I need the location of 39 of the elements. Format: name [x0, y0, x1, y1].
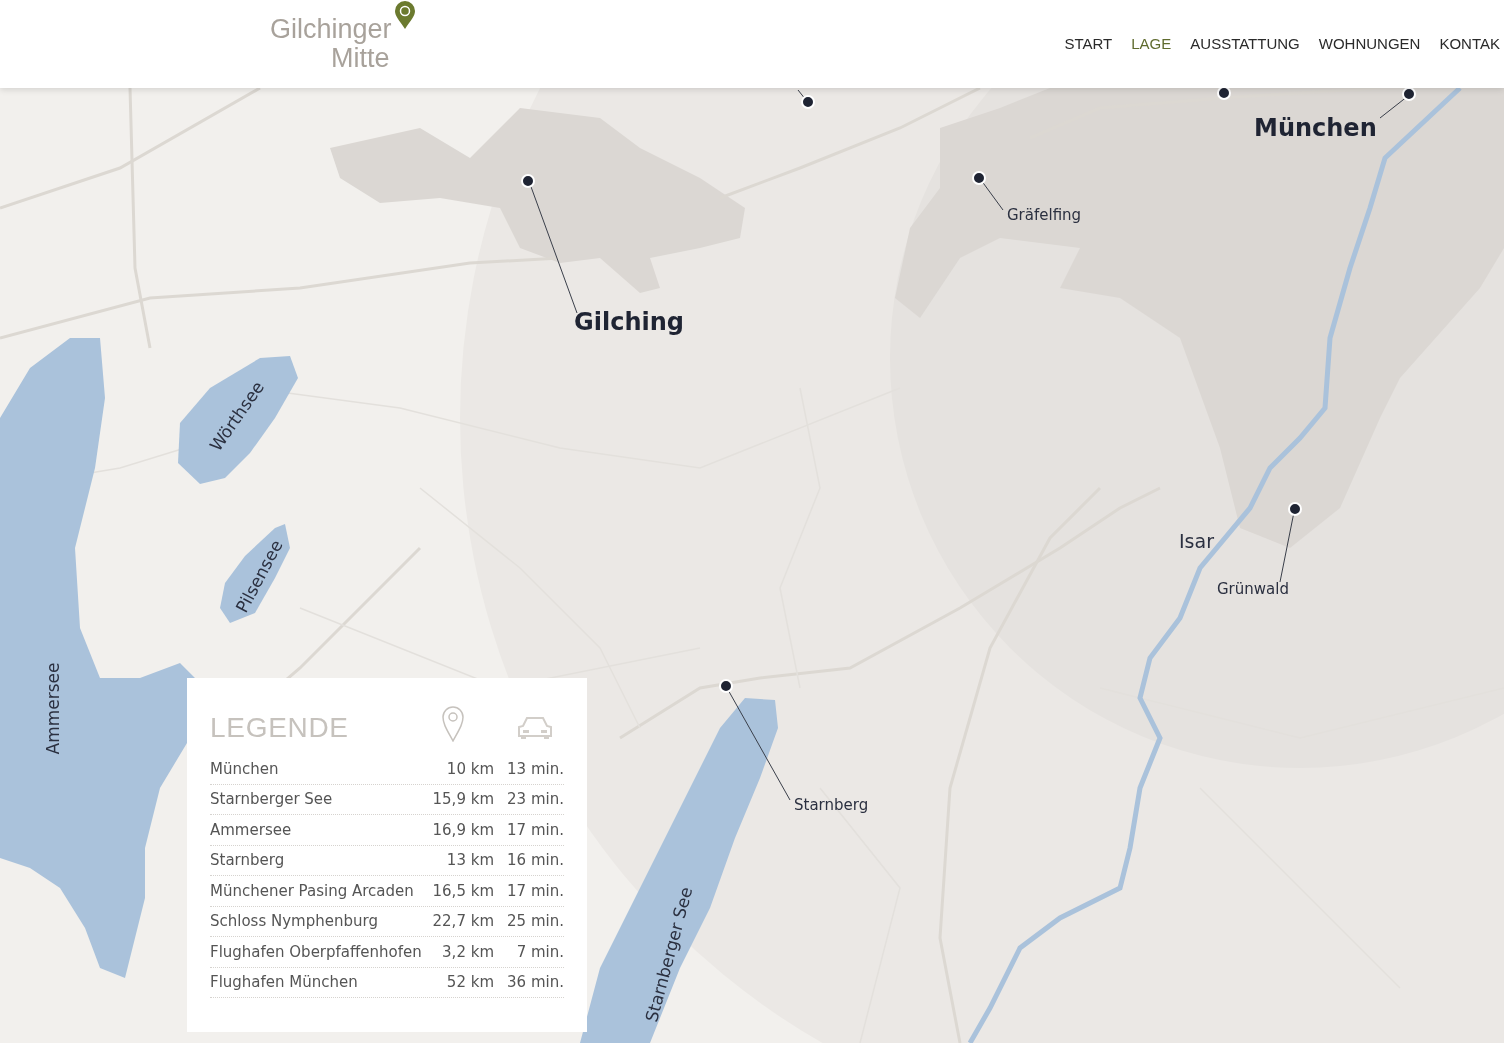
legend-distance: 16,5 km: [431, 880, 494, 902]
legend-place: Flughafen München: [210, 972, 359, 993]
map-label: Ammersee: [45, 662, 63, 755]
map-label: Starnberg: [794, 798, 869, 813]
nav-link[interactable]: KONTAK: [1439, 32, 1500, 56]
map-label: Gilching: [574, 310, 684, 334]
legend-time: 13 min.: [506, 758, 564, 780]
car-icon: [517, 716, 553, 740]
map-label: München: [1254, 116, 1377, 140]
map-label: Gräfelfing: [1007, 208, 1082, 223]
legend-time: 17 min.: [506, 819, 564, 841]
legend-distance: 16,9 km: [431, 819, 494, 841]
legend-time: 7 min.: [515, 941, 564, 963]
legend-time: 16 min.: [506, 850, 564, 871]
nav-link[interactable]: AUSSTATTUNG: [1190, 32, 1300, 56]
legend-place: Starnberger See: [210, 789, 334, 810]
map-label: Isar: [1179, 532, 1214, 551]
legend-time: 36 min.: [506, 972, 564, 993]
map-label: Grünwald: [1217, 582, 1289, 597]
legend-distance: 15,9 km: [431, 789, 494, 810]
legend-time: 23 min.: [506, 789, 564, 810]
legend-place: Ammersee: [210, 819, 293, 841]
legend-title: LEGENDE: [210, 714, 349, 742]
legend-place: München: [210, 758, 280, 780]
legend-distance: 3,2 km: [441, 941, 494, 963]
map-pin-icon: [442, 706, 464, 742]
legend-place: Flughafen Oberpfaffenhofen: [210, 941, 423, 963]
legend-distance: 52 km: [445, 972, 494, 993]
nav-link[interactable]: START: [1064, 32, 1113, 56]
legend-place: Münchener Pasing Arcaden: [210, 880, 415, 902]
legend-time: 25 min.: [506, 911, 564, 932]
legend-place: Schloss Nymphenburg: [210, 911, 379, 932]
legend-distance: 13 km: [445, 850, 494, 871]
nav-link[interactable]: LAGE: [1131, 32, 1172, 56]
legend-time: 17 min.: [506, 880, 564, 902]
legend-place: Starnberg: [210, 850, 286, 871]
nav-link[interactable]: WOHNUNGEN: [1318, 32, 1421, 56]
legend-distance: 10 km: [445, 758, 494, 780]
legend-distance: 22,7 km: [431, 911, 494, 932]
